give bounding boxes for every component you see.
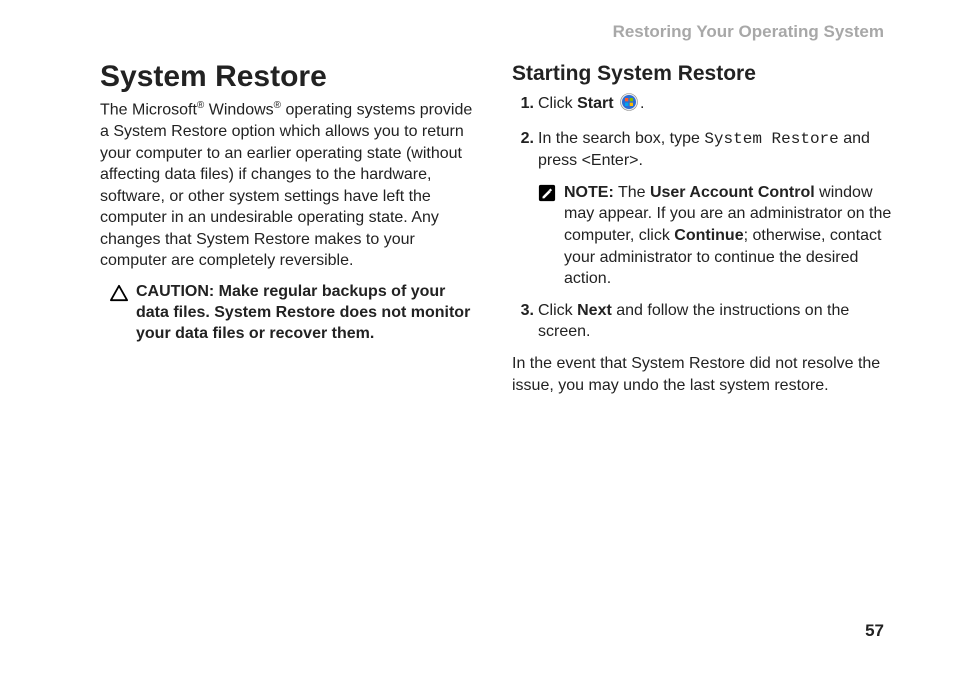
step-1-text-c <box>614 95 618 112</box>
running-head: Restoring Your Operating System <box>100 22 894 42</box>
two-column-layout: System Restore The Microsoft® Windows® o… <box>100 52 894 412</box>
step-1-text-a: Click <box>538 95 577 112</box>
note-callout: NOTE: The User Account Control window ma… <box>538 182 894 290</box>
step-2: In the search box, type System Restore a… <box>512 128 894 290</box>
windows-start-orb-icon <box>620 93 638 118</box>
closing-paragraph: In the event that System Restore did not… <box>512 353 894 396</box>
note-label: NOTE: <box>564 184 614 201</box>
note-bold-1: User Account Control <box>650 184 815 201</box>
right-column: Starting System Restore Click Start . <box>512 52 894 412</box>
step-1-bold: Start <box>577 95 613 112</box>
step-2-code: System Restore <box>704 130 838 148</box>
step-1-text-d: . <box>640 95 644 112</box>
caution-label: CAUTION: <box>136 283 219 300</box>
intro-text-3: operating systems provide a System Resto… <box>100 101 472 269</box>
left-column: System Restore The Microsoft® Windows® o… <box>100 52 482 412</box>
steps-list: Click Start . In the search box, type Sy… <box>512 93 894 343</box>
step-3-bold: Next <box>577 302 612 319</box>
intro-text-1: The Microsoft <box>100 101 197 118</box>
note-bold-2: Continue <box>674 227 743 244</box>
intro-text-2: Windows <box>204 101 273 118</box>
note-text-a: The <box>614 184 650 201</box>
caution-body: CAUTION: Make regular backups of your da… <box>136 282 482 344</box>
note-pencil-icon <box>538 184 556 202</box>
step-1: Click Start . <box>512 93 894 118</box>
intro-paragraph: The Microsoft® Windows® operating system… <box>100 99 482 272</box>
page-title: System Restore <box>100 60 482 93</box>
note-body: NOTE: The User Account Control window ma… <box>564 182 894 290</box>
caution-callout: CAUTION: Make regular backups of your da… <box>100 282 482 344</box>
page-number: 57 <box>865 621 884 641</box>
step-3: Click Next and follow the instructions o… <box>512 300 894 343</box>
section-heading: Starting System Restore <box>512 62 894 85</box>
caution-triangle-icon <box>110 284 128 302</box>
registered-mark: ® <box>274 100 281 111</box>
manual-page: Restoring Your Operating System System R… <box>0 0 954 677</box>
step-2-text-a: In the search box, type <box>538 130 704 147</box>
step-3-text-a: Click <box>538 302 577 319</box>
